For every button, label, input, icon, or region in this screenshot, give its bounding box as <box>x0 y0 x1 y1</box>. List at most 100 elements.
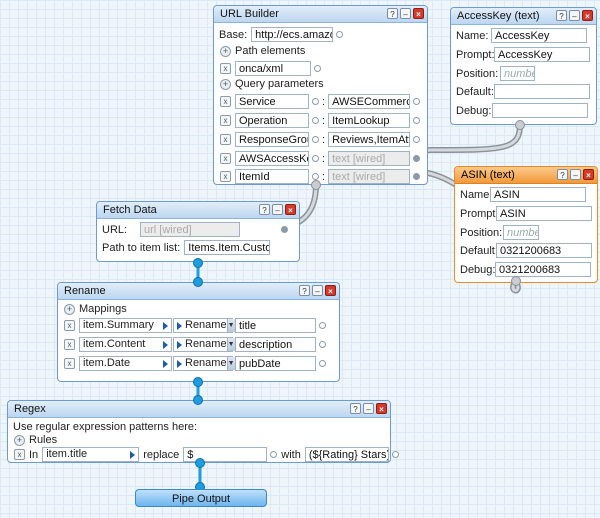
position-input[interactable]: numbe <box>503 225 539 240</box>
param-key-input[interactable]: AWSAccessKe <box>235 151 309 166</box>
target-field-input[interactable]: pubDate <box>235 356 316 371</box>
close-button[interactable]: × <box>325 285 336 296</box>
param-key-terminal[interactable] <box>312 136 319 143</box>
url-builder-header[interactable]: URL Builder ? – × <box>214 6 427 23</box>
base-input[interactable]: http://ecs.amazon <box>251 27 334 42</box>
help-button[interactable]: ? <box>387 8 398 19</box>
base-terminal[interactable] <box>336 31 344 38</box>
add-mapping-icon[interactable]: + <box>64 303 75 315</box>
help-button[interactable]: ? <box>556 10 567 21</box>
asin-header[interactable]: ASIN (text) ? – × <box>455 167 597 184</box>
operation-select[interactable]: Rename ▼ <box>173 356 235 371</box>
param-key-input[interactable]: Service <box>235 94 309 109</box>
rename-output-port[interactable] <box>193 377 203 387</box>
param-key-input[interactable]: ResponseGroup <box>235 132 309 147</box>
accesskey-header[interactable]: AccessKey (text) ? – × <box>451 8 596 25</box>
param-value-terminal[interactable] <box>413 117 421 124</box>
with-replacement-input[interactable]: (${Rating} Stars) <box>304 447 389 462</box>
in-field-select[interactable]: item.title <box>42 447 140 462</box>
remove-param-icon[interactable]: x <box>220 153 231 164</box>
param-value-input[interactable]: AWSECommerce <box>328 94 411 109</box>
url-builder-output-port[interactable] <box>311 180 321 190</box>
minimize-button[interactable]: – <box>570 169 581 180</box>
asin-module[interactable]: ASIN (text) ? – × Name: ASIN Prompt: ASI… <box>454 166 598 283</box>
close-button[interactable]: × <box>583 169 594 180</box>
fetch-data-output-port[interactable] <box>193 258 203 268</box>
field-select[interactable]: item.Summary <box>79 318 172 333</box>
param-key-terminal[interactable] <box>312 173 319 180</box>
minimize-button[interactable]: – <box>312 285 323 296</box>
accesskey-module[interactable]: AccessKey (text) ? – × Name: AccessKey P… <box>450 7 597 125</box>
operation-select[interactable]: Rename ▼ <box>173 318 235 333</box>
help-button[interactable]: ? <box>259 204 270 215</box>
target-field-input[interactable]: description <box>235 337 316 352</box>
path-to-item-list-input[interactable]: Items.Item.Custor <box>184 240 271 255</box>
remove-rule-icon[interactable]: x <box>14 449 25 460</box>
name-input[interactable]: AccessKey <box>491 28 587 43</box>
close-button[interactable]: × <box>285 204 296 215</box>
add-path-element-icon[interactable]: + <box>220 45 231 57</box>
default-input[interactable] <box>494 84 590 99</box>
param-value-input[interactable]: ItemLookup <box>328 113 411 128</box>
param-key-input[interactable]: ItemId <box>235 169 309 184</box>
name-input[interactable]: ASIN <box>490 187 586 202</box>
add-rule-icon[interactable]: + <box>14 434 25 446</box>
minimize-button[interactable]: – <box>363 403 374 414</box>
help-button[interactable]: ? <box>299 285 310 296</box>
remove-param-icon[interactable]: x <box>220 171 231 182</box>
url-builder-module[interactable]: URL Builder ? – × Base: http://ecs.amazo… <box>213 5 428 185</box>
minimize-button[interactable]: – <box>569 10 580 21</box>
pipe-output-module[interactable]: Pipe Output <box>135 489 267 507</box>
field-select[interactable]: item.Date <box>79 356 172 371</box>
url-terminal[interactable] <box>281 226 288 233</box>
add-query-param-icon[interactable]: + <box>220 78 231 90</box>
accesskey-output-port[interactable] <box>515 120 525 130</box>
param-key-terminal[interactable] <box>312 117 319 124</box>
remove-param-icon[interactable]: x <box>220 115 231 126</box>
debug-input[interactable] <box>492 103 588 118</box>
regex-input-port[interactable] <box>193 395 203 405</box>
remove-path-icon[interactable]: x <box>220 63 231 74</box>
param-value-terminal[interactable] <box>413 136 421 143</box>
operation-select[interactable]: Rename ▼ <box>173 337 235 352</box>
rename-input-port[interactable] <box>193 277 203 287</box>
minimize-button[interactable]: – <box>272 204 283 215</box>
remove-mapping-icon[interactable]: x <box>64 320 75 331</box>
asin-output-port[interactable] <box>511 276 521 286</box>
rename-module[interactable]: Rename ? – × + Mappings x item.Summary R… <box>57 282 340 382</box>
remove-param-icon[interactable]: x <box>220 96 231 107</box>
remove-param-icon[interactable]: x <box>220 134 231 145</box>
param-value-terminal[interactable] <box>413 155 421 162</box>
param-key-terminal[interactable] <box>312 98 319 105</box>
path-terminal[interactable] <box>314 65 321 72</box>
remove-mapping-icon[interactable]: x <box>64 358 75 369</box>
remove-mapping-icon[interactable]: x <box>64 339 75 350</box>
replace-terminal[interactable] <box>270 451 278 458</box>
help-button[interactable]: ? <box>557 169 568 180</box>
fetch-data-header[interactable]: Fetch Data ? – × <box>97 202 299 219</box>
field-select[interactable]: item.Content <box>79 337 172 352</box>
param-key-input[interactable]: Operation <box>235 113 309 128</box>
path-element-input[interactable]: onca/xml <box>235 61 311 76</box>
default-input[interactable]: 0321200683 <box>496 243 592 258</box>
param-value-terminal[interactable] <box>413 98 421 105</box>
param-key-terminal[interactable] <box>312 155 319 162</box>
target-field-input[interactable]: title <box>235 318 316 333</box>
target-terminal[interactable] <box>319 341 326 348</box>
close-button[interactable]: × <box>413 8 424 19</box>
help-button[interactable]: ? <box>350 403 361 414</box>
position-input[interactable]: numbe <box>500 66 535 81</box>
close-button[interactable]: × <box>376 403 387 414</box>
with-terminal[interactable] <box>391 451 399 458</box>
target-terminal[interactable] <box>319 322 326 329</box>
debug-input[interactable]: 0321200683 <box>495 262 591 277</box>
close-button[interactable]: × <box>582 10 593 21</box>
param-value-terminal[interactable] <box>413 173 421 180</box>
param-value-input[interactable]: Reviews,ItemAttrit <box>328 132 411 147</box>
prompt-input[interactable]: ASIN <box>496 206 592 221</box>
prompt-input[interactable]: AccessKey <box>494 47 590 62</box>
regex-output-port[interactable] <box>195 458 205 468</box>
fetch-data-module[interactable]: Fetch Data ? – × URL: url [wired] Path t… <box>96 201 300 262</box>
minimize-button[interactable]: – <box>400 8 411 19</box>
target-terminal[interactable] <box>319 360 326 367</box>
